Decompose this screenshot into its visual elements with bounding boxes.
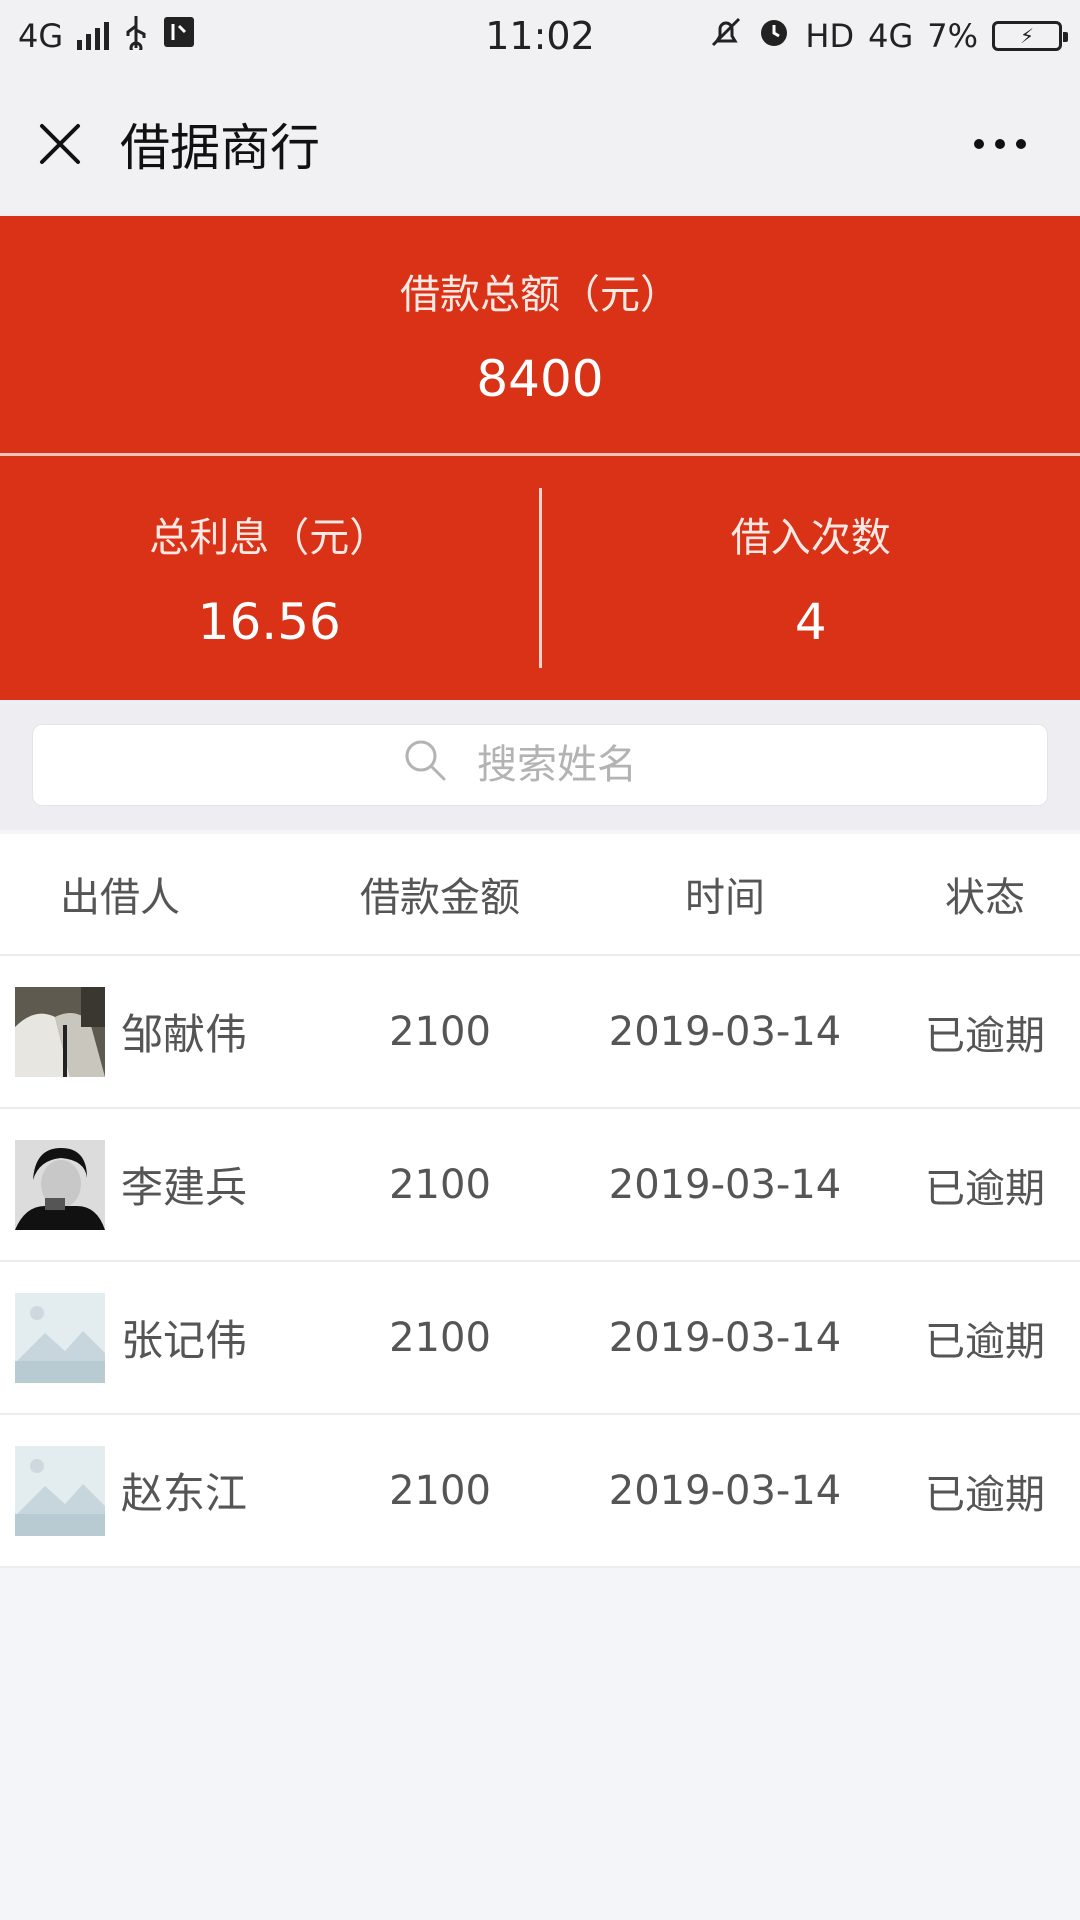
header-lender: 出借人: [60, 875, 180, 921]
loan-time: 2019-03-14: [608, 1161, 842, 1208]
loan-amount: 2100: [389, 1161, 491, 1208]
table-row[interactable]: 赵东江 2100 2019-03-14 已逾期: [0, 1415, 1080, 1568]
loan-amount: 2100: [389, 1008, 491, 1055]
loan-status: 已逾期: [925, 1318, 1045, 1365]
lender-name: 李建兵: [121, 1163, 248, 1212]
hd-label: HD: [805, 17, 855, 55]
table-row[interactable]: 邹献伟 2100 2019-03-14 已逾期: [0, 956, 1080, 1109]
table-row[interactable]: 张记伟 2100 2019-03-14 已逾期: [0, 1262, 1080, 1415]
avatar: [15, 1292, 105, 1383]
lender-name: 张记伟: [121, 1316, 248, 1365]
loan-status: 已逾期: [925, 1012, 1045, 1059]
more-icon[interactable]: [950, 72, 1050, 216]
avatar: [15, 1445, 105, 1536]
usb-icon: [123, 14, 149, 58]
total-loan-value: 8400: [476, 349, 604, 408]
close-icon[interactable]: [0, 72, 120, 216]
loan-amount: 2100: [389, 1314, 491, 1361]
header-status: 状态: [945, 875, 1025, 921]
total-interest-value: 16.56: [197, 593, 341, 651]
loan-status: 已逾期: [925, 1471, 1045, 1518]
table-header: 出借人 借款金额 时间 状态: [0, 834, 1080, 956]
signal-icon: [77, 22, 110, 50]
loan-status: 已逾期: [925, 1165, 1045, 1212]
total-loan-label: 借款总额（元）: [400, 271, 680, 318]
battery-icon: ⚡: [992, 21, 1068, 51]
borrow-count-label: 借入次数: [730, 515, 891, 561]
table-row[interactable]: 李建兵 2100 2019-03-14 已逾期: [0, 1109, 1080, 1262]
lender-name: 赵东江: [121, 1469, 248, 1518]
nav-bar: 借据商行: [0, 72, 1080, 216]
total-loan-block: 借款总额（元） 8400: [0, 216, 1080, 456]
total-interest-label: 总利息（元）: [149, 515, 390, 561]
summary-panel: 借款总额（元） 8400 总利息（元） 16.56 借入次数 4: [0, 216, 1080, 700]
usb-debug-icon: [163, 16, 195, 56]
loan-time: 2019-03-14: [608, 1008, 842, 1055]
total-interest-block: 总利息（元） 16.56: [0, 456, 539, 700]
status-bar: 4G 11:02 HD 4G 7% ⚡: [0, 0, 1080, 72]
search-input[interactable]: [477, 742, 677, 788]
header-time: 时间: [685, 875, 765, 921]
network-type: 4G: [18, 17, 64, 55]
loan-amount: 2100: [389, 1467, 491, 1514]
avatar: [15, 1139, 105, 1230]
mute-icon: [709, 15, 743, 57]
borrow-count-value: 4: [794, 593, 827, 651]
search-icon: [403, 738, 447, 792]
search-box[interactable]: [32, 724, 1048, 806]
network-type-right: 4G: [868, 17, 914, 55]
avatar: [15, 986, 105, 1077]
loan-time: 2019-03-14: [608, 1314, 842, 1361]
borrow-count-block: 借入次数 4: [542, 456, 1080, 700]
search-area: [0, 700, 1080, 830]
lender-name: 邹献伟: [121, 1010, 248, 1059]
loan-time: 2019-03-14: [608, 1467, 842, 1514]
loan-table: 出借人 借款金额 时间 状态 邹献伟 2100 2019-03-14 已逾期 李…: [0, 834, 1080, 1568]
header-amount: 借款金额: [360, 875, 520, 921]
battery-percent: 7%: [927, 17, 978, 55]
alarm-icon: [757, 15, 791, 57]
page-title: 借据商行: [120, 119, 320, 177]
